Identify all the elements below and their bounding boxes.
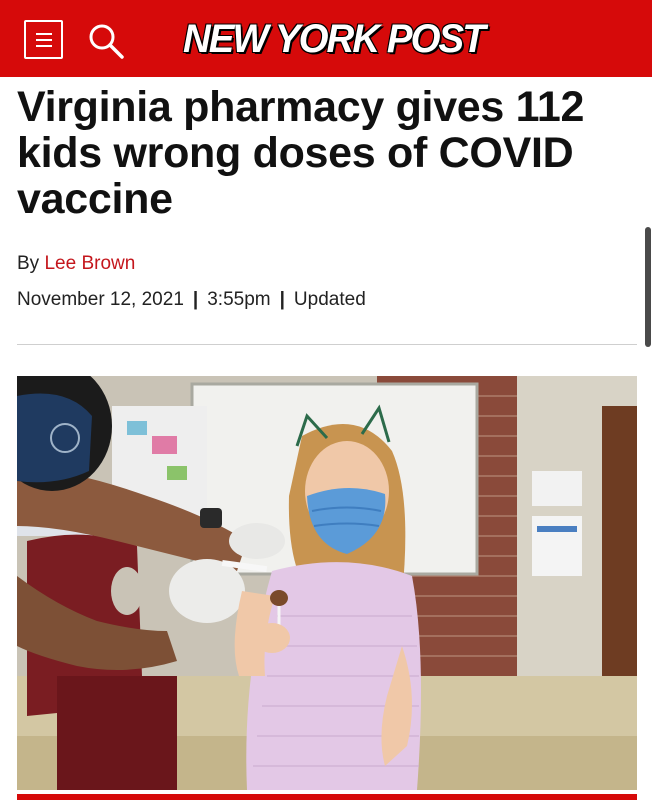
- page-scrollbar[interactable]: [644, 77, 652, 800]
- dateline: November 12, 2021 | 3:55pm | Updated: [17, 288, 366, 312]
- section-bottom-bar: [17, 794, 637, 800]
- site-logo[interactable]: NEW YORK POST: [183, 14, 486, 64]
- vaccination-photo-illustration: [17, 376, 637, 790]
- search-icon[interactable]: [86, 21, 126, 61]
- time-separator: |: [279, 289, 285, 310]
- divider: [17, 344, 637, 345]
- site-header: NEW YORK POST: [0, 0, 652, 77]
- updated-label[interactable]: Updated: [294, 289, 366, 310]
- publish-date: November 12, 2021: [17, 289, 184, 310]
- publish-time: 3:55pm: [207, 289, 271, 310]
- byline-prefix: By: [17, 253, 40, 274]
- author-link[interactable]: Lee Brown: [44, 253, 135, 274]
- scrollbar-thumb[interactable]: [645, 227, 651, 347]
- byline: By Lee Brown: [17, 252, 135, 276]
- article-photo[interactable]: [17, 376, 637, 790]
- article-headline: Virginia pharmacy gives 112 kids wrong d…: [17, 83, 585, 223]
- hamburger-menu-icon[interactable]: [24, 20, 63, 59]
- date-separator: |: [192, 289, 199, 310]
